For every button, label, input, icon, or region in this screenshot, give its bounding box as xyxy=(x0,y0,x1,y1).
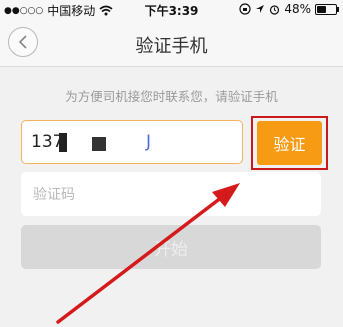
verify-button[interactable]: 验证 xyxy=(257,121,322,165)
start-button[interactable]: 开始 xyxy=(21,225,321,269)
redacted-block xyxy=(92,137,106,151)
hint-text: 为方便司机接您时联系您，请验证手机 xyxy=(65,89,278,104)
redacted-block xyxy=(59,133,67,152)
battery-icon xyxy=(315,3,339,15)
navigation-bar: 验证手机 xyxy=(0,20,343,67)
alarm-icon xyxy=(270,4,280,15)
location-arrow-icon xyxy=(256,5,265,13)
phone-value-suffix: J xyxy=(146,132,152,152)
battery-percent: 48% xyxy=(284,2,311,16)
code-placeholder: 验证码 xyxy=(33,187,75,203)
phone-input[interactable]: 137 J xyxy=(21,120,243,164)
page-title: 验证手机 xyxy=(135,36,208,57)
verification-code-input[interactable]: 验证码 xyxy=(21,172,321,216)
status-bar: ●●○○○ 中国移动 下午3:39 48% xyxy=(0,0,343,20)
lock-rotation-icon xyxy=(239,3,251,15)
battery-fill xyxy=(317,5,326,13)
status-right: 48% xyxy=(239,2,339,16)
